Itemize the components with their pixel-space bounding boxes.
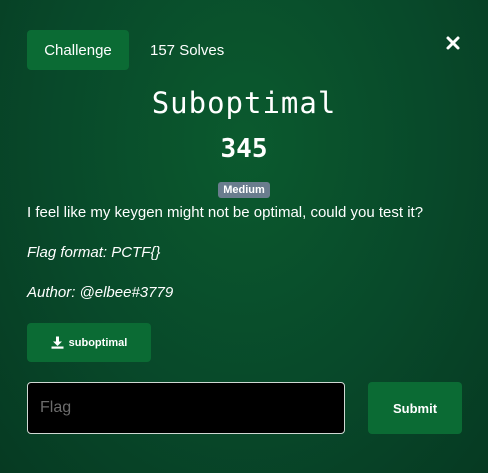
- difficulty-badge: Medium: [218, 182, 270, 198]
- author-text: Author: @elbee#3779: [27, 284, 174, 301]
- flag-format-text: Flag format: PCTF{}: [27, 244, 161, 261]
- tab-challenge[interactable]: Challenge: [27, 30, 129, 70]
- flag-input[interactable]: [27, 382, 345, 434]
- file-name-label: suboptimal: [68, 336, 128, 349]
- difficulty-row: Medium: [0, 180, 488, 198]
- download-icon: [51, 336, 64, 349]
- challenge-modal: Challenge 157 Solves Suboptimal 345 Medi…: [0, 0, 488, 473]
- tab-challenge-label: Challenge: [44, 41, 112, 59]
- challenge-points: 345: [220, 134, 268, 164]
- tab-solves-label: 157 Solves: [150, 42, 225, 59]
- challenge-description: I feel like my keygen might not be optim…: [27, 204, 424, 221]
- submit-button[interactable]: Submit: [368, 382, 462, 434]
- file-download-button[interactable]: suboptimal: [27, 323, 151, 362]
- challenge-title: Suboptimal: [151, 86, 337, 120]
- tab-solves[interactable]: 157 Solves: [150, 42, 224, 59]
- close-icon[interactable]: [444, 34, 462, 52]
